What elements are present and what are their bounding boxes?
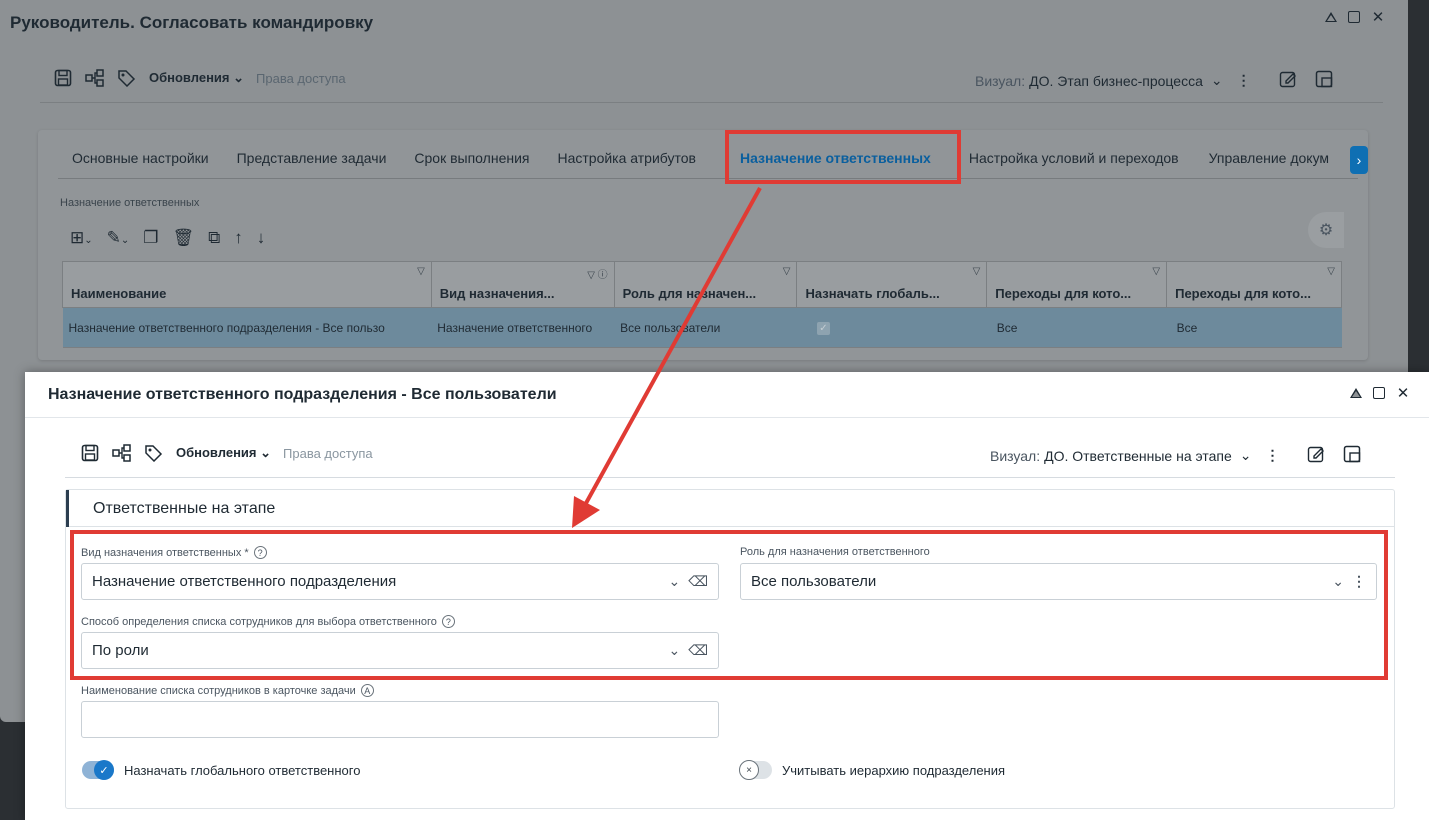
table-cell: Назначение ответственного подразделения … bbox=[62, 307, 432, 348]
visual-label: Визуал: bbox=[990, 447, 1041, 464]
fg-toolbar-divider bbox=[65, 477, 1395, 478]
table-cell: Все bbox=[1166, 307, 1342, 348]
bg-visual-selector[interactable]: Визуал: ДО. Этап бизнес-процесса ⌄ ⋮ bbox=[975, 70, 1333, 91]
filter-icon[interactable]: ▽ bbox=[1152, 266, 1160, 277]
table-cell: ✓ bbox=[796, 307, 987, 348]
bg-titlebar: Руководитель. Согласовать командировку bbox=[0, 0, 1408, 46]
toggle-switch-on[interactable]: ✓ bbox=[82, 760, 114, 780]
column-header[interactable]: Переходы для кото... ▽ bbox=[1166, 261, 1342, 308]
list-name-label: Наименование списка сотрудников в карточ… bbox=[81, 684, 374, 697]
tag-icon[interactable] bbox=[144, 443, 164, 463]
section-title: Ответственные на этапе bbox=[93, 500, 276, 517]
fg-toolbar: Обновления ⌄ Права доступа bbox=[80, 443, 373, 463]
add-icon[interactable]: ⊞⌄ bbox=[70, 228, 93, 248]
grid-title: Назначение ответственных bbox=[60, 197, 200, 209]
fg-visual-selector[interactable]: Визуал: ДО. Ответственные на этапе ⌄ ⋮ bbox=[990, 445, 1361, 466]
column-header[interactable]: Роль для назначен... ▽ bbox=[613, 261, 798, 308]
global-responsible-toggle[interactable]: ✓ Назначать глобального ответственного bbox=[82, 760, 361, 780]
tab-deadline[interactable]: Срок выполнения bbox=[400, 150, 543, 166]
table-cell: Все пользователи bbox=[614, 307, 797, 348]
filter-icon[interactable]: ▽ ⓘ bbox=[587, 266, 607, 281]
maximize-icon[interactable] bbox=[1373, 387, 1385, 399]
tag-icon[interactable] bbox=[117, 68, 137, 88]
tab-task-view[interactable]: Представление задачи bbox=[223, 150, 401, 166]
open-external-icon[interactable]: ⧉ bbox=[208, 228, 220, 248]
bg-toolbar: Обновления ⌄ Права доступа bbox=[53, 68, 346, 88]
hierarchy-icon[interactable] bbox=[112, 443, 132, 463]
edit-icon[interactable] bbox=[1279, 70, 1297, 91]
highlight-tab-box bbox=[725, 130, 961, 184]
translate-icon[interactable]: A bbox=[360, 684, 374, 697]
column-header[interactable]: Назначать глобаль... ▽ bbox=[796, 261, 988, 308]
maximize-icon[interactable] bbox=[1348, 11, 1360, 23]
filter-icon[interactable]: ▽ bbox=[1327, 266, 1335, 277]
updates-menu[interactable]: Обновления ⌄ bbox=[176, 445, 271, 461]
collapse-icon[interactable] bbox=[1325, 12, 1337, 22]
filter-icon[interactable]: ▽ bbox=[973, 266, 981, 277]
column-header[interactable]: Переходы для кото... ▽ bbox=[986, 261, 1168, 308]
column-header[interactable]: Наименование ▽ bbox=[62, 261, 432, 308]
save-icon[interactable] bbox=[80, 443, 100, 463]
delete-icon[interactable]: 🗑 bbox=[173, 228, 195, 248]
fg-window-title: Назначение ответственного подразделения … bbox=[48, 385, 557, 403]
edit-icon[interactable] bbox=[1307, 445, 1325, 466]
hierarchy-toggle[interactable]: × Учитывать иерархию подразделения bbox=[739, 760, 1006, 780]
more-vertical-icon[interactable]: ⋮ bbox=[1265, 447, 1279, 464]
bg-window-title: Руководитель. Согласовать командировку bbox=[10, 13, 374, 32]
filter-icon[interactable]: ▽ bbox=[783, 266, 791, 277]
collapse-icon[interactable] bbox=[1350, 388, 1362, 398]
updates-menu[interactable]: Обновления ⌄ bbox=[149, 70, 244, 86]
layout-icon[interactable] bbox=[1343, 445, 1361, 466]
layout-icon[interactable] bbox=[1315, 70, 1333, 91]
visual-value: ДО. Ответственные на этапе bbox=[1044, 447, 1232, 464]
list-name-input[interactable] bbox=[81, 701, 719, 738]
bg-window-controls: ✕ bbox=[1325, 9, 1385, 26]
check-icon: ✓ bbox=[94, 760, 114, 780]
close-icon[interactable]: ✕ bbox=[1396, 385, 1410, 402]
chevron-right-icon[interactable]: › bbox=[1350, 146, 1368, 174]
x-icon: × bbox=[739, 760, 759, 780]
bg-tabs: Основные настройки Представление задачи … bbox=[58, 138, 1343, 178]
gear-icon[interactable]: ⚙ bbox=[1308, 212, 1344, 248]
more-vertical-icon[interactable]: ⋮ bbox=[1237, 72, 1251, 89]
column-header[interactable]: Вид назначения... ▽ ⓘ bbox=[430, 261, 615, 308]
visual-value: ДО. Этап бизнес-процесса bbox=[1029, 72, 1203, 89]
filter-icon[interactable]: ▽ bbox=[417, 266, 425, 277]
arrow-up-icon[interactable]: ↑ bbox=[234, 228, 243, 248]
fg-titlebar: Назначение ответственного подразделения … bbox=[25, 372, 1429, 418]
bg-toolbar-divider bbox=[40, 102, 1383, 103]
toggle-switch-off[interactable]: × bbox=[739, 760, 772, 780]
tab-main-settings[interactable]: Основные настройки bbox=[58, 150, 223, 166]
save-icon[interactable] bbox=[53, 68, 73, 88]
close-icon[interactable]: ✕ bbox=[1371, 9, 1385, 26]
tab-conditions[interactable]: Настройка условий и переходов bbox=[953, 150, 1193, 166]
pencil-icon[interactable]: ✎⌄ bbox=[107, 228, 130, 248]
hierarchy-icon[interactable] bbox=[85, 68, 105, 88]
arrow-down-icon[interactable]: ↓ bbox=[257, 228, 266, 248]
highlight-fields-box bbox=[70, 530, 1388, 680]
table-row[interactable]: Назначение ответственного подразделения … bbox=[62, 307, 1342, 348]
copy-icon[interactable]: ❐ bbox=[143, 228, 158, 248]
tab-documents[interactable]: Управление докум bbox=[1193, 150, 1343, 166]
grid-toolbar: ⊞⌄ ✎⌄ ❐ 🗑 ⧉ ↑ ↓ bbox=[70, 228, 265, 248]
tab-attributes[interactable]: Настройка атрибутов bbox=[543, 150, 710, 166]
chevron-down-icon: ⌄ bbox=[1210, 72, 1223, 88]
table-cell: Все bbox=[986, 307, 1167, 348]
fg-window-controls: ✕ bbox=[1350, 385, 1410, 402]
section-header: Ответственные на этапе bbox=[66, 490, 1394, 527]
table-cell: Назначение ответственного bbox=[431, 307, 615, 348]
responsible-grid: Наименование ▽ Вид назначения... ▽ ⓘ Роль … bbox=[62, 261, 1342, 348]
tabs-divider bbox=[58, 178, 1358, 179]
access-rights-link[interactable]: Права доступа bbox=[283, 446, 373, 461]
hierarchy-label: Учитывать иерархию подразделения bbox=[782, 762, 1006, 778]
checkbox-checked[interactable]: ✓ bbox=[816, 322, 830, 335]
visual-label: Визуал: bbox=[975, 72, 1026, 89]
chevron-down-icon: ⌄ bbox=[1239, 447, 1252, 463]
global-responsible-label: Назначать глобального ответственного bbox=[124, 762, 361, 778]
access-rights-link[interactable]: Права доступа bbox=[256, 71, 346, 86]
